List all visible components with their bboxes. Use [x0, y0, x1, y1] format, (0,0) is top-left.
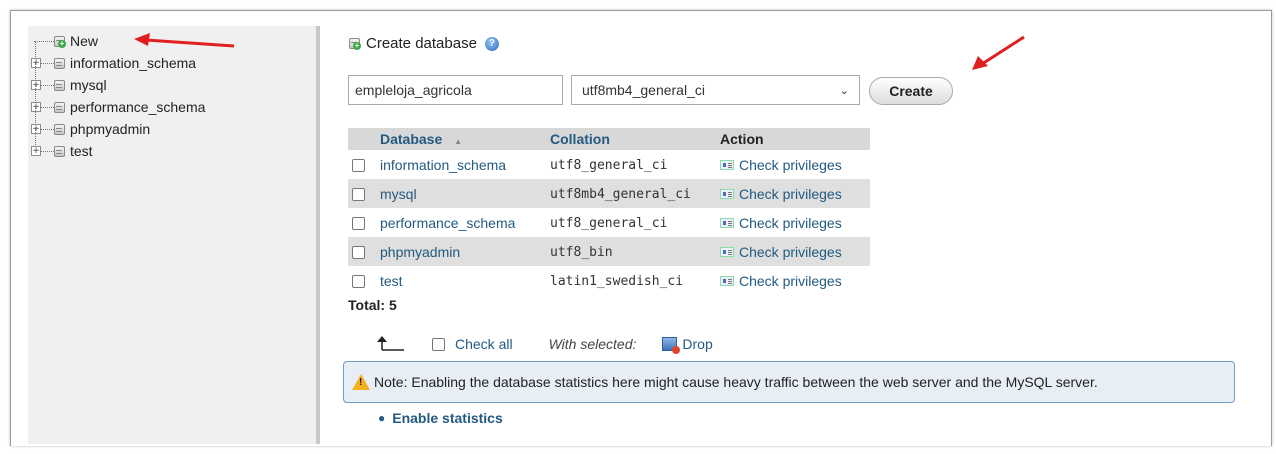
panel-splitter[interactable] [316, 26, 320, 444]
new-database-icon: + [349, 37, 361, 50]
nav-item-new[interactable]: + New [28, 30, 98, 52]
database-link[interactable]: performance_schema [380, 215, 515, 231]
database-link[interactable]: information_schema [380, 157, 506, 173]
with-selected-label: With selected: [548, 336, 637, 352]
check-privileges-link[interactable]: Check privileges [720, 186, 842, 202]
help-icon[interactable]: ? [484, 36, 499, 51]
row-checkbox[interactable] [352, 246, 365, 260]
collation-value: utf8_bin [550, 245, 613, 260]
table-row: performance_schema utf8_general_ci Check… [348, 208, 870, 237]
privileges-icon [720, 159, 734, 170]
new-database-icon: + [54, 35, 66, 48]
nav-item-test[interactable]: + test [28, 129, 93, 162]
annotation-arrow-left [134, 33, 235, 48]
privileges-icon [720, 275, 734, 286]
database-link[interactable]: phpmyadmin [380, 244, 460, 260]
annotation-arrow-right [972, 35, 1025, 70]
nav-item-performance-schema[interactable]: + performance_schema [28, 85, 205, 118]
database-icon [54, 79, 65, 92]
navigation-panel: + New + information_schema + mysql + per… [28, 26, 316, 444]
row-checkbox[interactable] [352, 217, 365, 231]
sort-ascending-icon: ▲ [454, 137, 463, 146]
collation-select[interactable]: utf8mb4_general_ci ⌄ [571, 75, 860, 105]
collation-value: utf8_general_ci [550, 158, 668, 173]
enable-statistics-link[interactable]: ● Enable statistics [378, 410, 503, 426]
database-icon [54, 145, 65, 158]
table-row: test latin1_swedish_ci Check privileges [348, 266, 870, 295]
column-header-action: Action [716, 128, 870, 150]
row-checkbox[interactable] [352, 188, 365, 202]
bullet-icon: ● [378, 411, 386, 425]
database-link[interactable]: test [380, 273, 403, 289]
nav-item-mysql[interactable]: + mysql [28, 63, 107, 96]
nav-item-information-schema[interactable]: + information_schema [28, 41, 196, 74]
create-button[interactable]: Create [869, 77, 953, 105]
arrow-up-left-icon [377, 336, 404, 351]
nav-item-label[interactable]: performance_schema [70, 99, 205, 115]
privileges-icon [720, 246, 734, 257]
table-row: mysql utf8mb4_general_ci Check privilege… [348, 179, 870, 208]
check-privileges-link[interactable]: Check privileges [720, 215, 842, 231]
database-icon [54, 57, 65, 70]
databases-table: Database ▲ Collation Action information_… [348, 128, 870, 295]
database-icon [54, 123, 65, 136]
chevron-down-icon: ⌄ [839, 83, 849, 97]
check-privileges-link[interactable]: Check privileges [720, 244, 842, 260]
row-checkbox[interactable] [352, 159, 365, 173]
statistics-notice: ! Note: Enabling the database statistics… [343, 361, 1235, 403]
privileges-icon [720, 188, 734, 199]
drop-icon[interactable] [662, 337, 681, 354]
privileges-icon [720, 217, 734, 228]
database-icon [54, 101, 65, 114]
warning-icon: ! [352, 374, 370, 390]
nav-item-label[interactable]: information_schema [70, 55, 196, 71]
create-database-heading: + Create database ? [349, 35, 499, 52]
check-privileges-link[interactable]: Check privileges [720, 273, 842, 289]
database-name-input[interactable] [348, 75, 563, 105]
check-privileges-link[interactable]: Check privileges [720, 157, 842, 173]
check-all-label[interactable]: Check all [455, 336, 513, 352]
column-header-database[interactable]: Database ▲ [376, 128, 546, 150]
table-row: phpmyadmin utf8_bin Check privileges [348, 237, 870, 266]
row-checkbox[interactable] [352, 275, 365, 289]
column-header-collation[interactable]: Collation [546, 128, 716, 150]
collation-value: utf8_general_ci [550, 216, 668, 231]
table-row: information_schema utf8_general_ci Check… [348, 150, 870, 179]
check-all-checkbox[interactable] [432, 337, 445, 351]
notice-text: Note: Enabling the database statistics h… [374, 374, 1098, 390]
table-header-row: Database ▲ Collation Action [348, 128, 870, 150]
nav-item-label[interactable]: phpmyadmin [70, 121, 150, 137]
database-link[interactable]: mysql [380, 186, 417, 202]
collation-value: latin1_swedish_ci [550, 274, 684, 289]
collation-selected-value: utf8mb4_general_ci [582, 82, 705, 98]
collation-value: utf8mb4_general_ci [550, 187, 691, 202]
nav-item-label[interactable]: mysql [70, 77, 107, 93]
nav-item-label[interactable]: test [70, 143, 93, 159]
nav-item-phpmyadmin[interactable]: + phpmyadmin [28, 107, 150, 140]
nav-item-label[interactable]: New [70, 33, 98, 49]
drop-button[interactable]: Drop [682, 336, 712, 352]
create-database-title: Create database [366, 35, 477, 52]
total-count: Total: 5 [348, 297, 397, 313]
bulk-actions: Check all With selected: Drop [376, 336, 713, 354]
